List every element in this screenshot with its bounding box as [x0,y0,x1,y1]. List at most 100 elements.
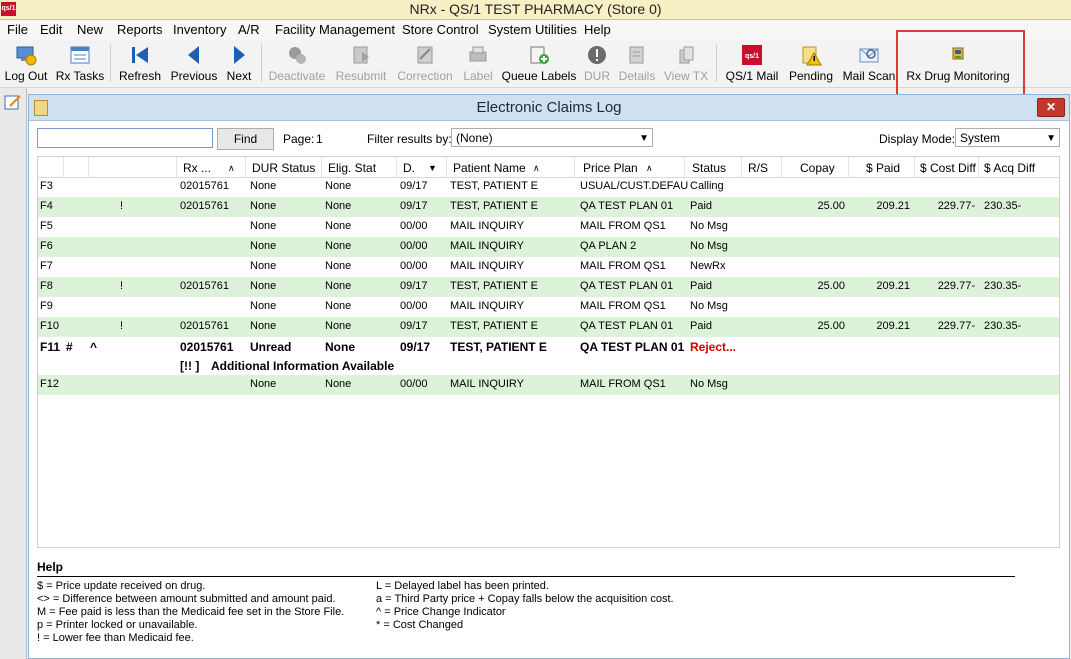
claim-status: No Msg [690,240,728,252]
column-divider [321,157,322,177]
table-row[interactable]: F6 None None 00/00 MAIL INQUIRY QA PLAN … [38,237,1059,257]
qs1-mail-button[interactable]: qs/1 QS/1 Mail [722,40,782,86]
col-price-plan[interactable]: Price Plan [583,161,638,175]
row-key: F4 [40,200,53,212]
rx-tasks-button[interactable]: Rx Tasks [54,40,106,86]
column-divider [848,157,849,177]
menu-store-control[interactable]: Store Control [402,22,479,37]
menu-file[interactable]: File [7,22,28,37]
resubmit-button[interactable]: Resubmit [333,40,389,86]
tasks-icon [70,46,90,64]
col-rs[interactable]: R/S [748,161,768,175]
menu-new[interactable]: New [77,22,103,37]
table-row[interactable]: F5 None None 00/00 MAIL INQUIRY MAIL FRO… [38,217,1059,237]
table-row[interactable]: F4 ! 02015761 None None 09/17 TEST, PATI… [38,197,1059,217]
filter-label: Filter results by: [367,132,452,146]
menu-system-utilities[interactable]: System Utilities [488,22,577,37]
table-row-selected[interactable]: F11 # ^ 02015761 Unread None 09/17 TEST,… [38,337,1059,357]
dur-status: None [250,280,277,292]
refresh-button[interactable]: Refresh [116,40,164,86]
row-key: F8 [40,280,53,292]
patient-name: TEST, PATIENT E [450,280,539,292]
label-icon [469,46,487,62]
col-paid[interactable]: $ Paid [866,161,900,175]
previous-button[interactable]: Previous [168,40,220,86]
col-patient-name[interactable]: Patient Name [453,161,526,175]
view-tx-button[interactable]: View TX [662,40,710,86]
table-row[interactable]: F3 02015761 None None 09/17 TEST, PATIEN… [38,177,1059,197]
menu-edit[interactable]: Edit [40,22,62,37]
search-input[interactable] [37,128,213,148]
price-plan: QA PLAN 2 [580,240,637,252]
column-divider [978,157,979,177]
col-copay[interactable]: Copay [800,161,835,175]
table-row[interactable]: F9 None None 00/00 MAIL INQUIRY MAIL FRO… [38,297,1059,317]
col-cost-diff[interactable]: $ Cost Diff [920,161,976,175]
close-icon[interactable]: ✕ [1037,98,1065,117]
price-plan: QA TEST PLAN 01 [580,320,674,332]
help-item: * = Cost Changed [376,619,464,631]
col-dur-status[interactable]: DUR Status [252,161,315,175]
patient-name: MAIL INQUIRY [450,300,524,312]
column-divider [781,157,782,177]
grid-header: Rx ... ∧ DUR Status Elig. Stat D. ▼ Pati… [38,157,1059,178]
cost-diff: 229.77- [937,280,975,292]
menu-inventory[interactable]: Inventory [173,22,226,37]
row-indicator: ! [120,280,124,292]
menu-facility-management[interactable]: Facility Management [275,22,395,37]
details-button[interactable]: Details [616,40,658,86]
table-row[interactable]: F10 ! 02015761 None None 09/17 TEST, PAT… [38,317,1059,337]
claim-date: 00/00 [400,378,428,390]
column-divider [914,157,915,177]
dur-status: None [250,300,277,312]
correction-icon [417,46,433,64]
row-indicator: ! [120,320,124,332]
filter-select[interactable]: (None) ▼ [451,128,653,147]
deactivate-button[interactable]: Deactivate [266,40,328,86]
column-divider [88,157,89,177]
col-rx[interactable]: Rx ... [183,161,211,175]
patient-name: TEST, PATIENT E [450,340,547,354]
pending-button[interactable]: Pending [786,40,836,86]
menu-reports[interactable]: Reports [117,22,163,37]
find-button[interactable]: Find [217,128,274,150]
patient-name: MAIL INQUIRY [450,240,524,252]
claim-status: Paid [690,200,713,212]
col-elig-stat[interactable]: Elig. Stat [328,161,376,175]
additional-info-row[interactable]: [!! ] Additional Information Available [38,356,1059,376]
row-key: F6 [40,240,53,252]
col-date[interactable]: D. [403,161,415,175]
help-divider [37,576,1015,577]
dur-button[interactable]: DUR [582,40,612,86]
app-title: NRx - QS/1 TEST PHARMACY (Store 0) [409,1,662,17]
correction-button[interactable]: Correction [394,40,456,86]
price-plan: MAIL FROM QS1 [580,300,666,312]
notepad-icon[interactable] [4,94,22,110]
col-status[interactable]: Status [692,161,726,175]
logout-button[interactable]: Log Out [2,40,50,86]
price-plan: MAIL FROM QS1 [580,260,666,272]
row-indicator: ! [120,200,124,212]
mail-scan-button[interactable]: Mail Scan [840,40,898,86]
label-button[interactable]: Label [461,40,495,86]
elig-stat: None [325,260,352,272]
table-row[interactable]: F12 None None 00/00 MAIL INQUIRY MAIL FR… [38,375,1059,395]
toolbar-separator [716,44,717,82]
menu-help[interactable]: Help [584,22,611,37]
row-flag: # [66,340,73,354]
table-row[interactable]: F7 None None 00/00 MAIL INQUIRY MAIL FRO… [38,257,1059,277]
next-button[interactable]: Next [224,40,254,86]
col-acq-diff[interactable]: $ Acq Diff [984,161,1035,175]
cost-diff: 229.77- [937,200,975,212]
help-item: M = Fee paid is less than the Medicaid f… [37,606,345,618]
additional-info-text: Additional Information Available [211,359,395,373]
elig-stat: None [325,220,352,232]
help-item: p = Printer locked or unavailable. [37,619,198,631]
page-number: 1 [316,132,323,146]
claim-date: 00/00 [400,240,428,252]
display-mode-select[interactable]: System ▼ [955,128,1060,147]
queue-labels-button[interactable]: Queue Labels [500,40,578,86]
table-row[interactable]: F8 ! 02015761 None None 09/17 TEST, PATI… [38,277,1059,297]
claim-date: 09/17 [400,200,428,212]
menu-ar[interactable]: A/R [238,22,260,37]
